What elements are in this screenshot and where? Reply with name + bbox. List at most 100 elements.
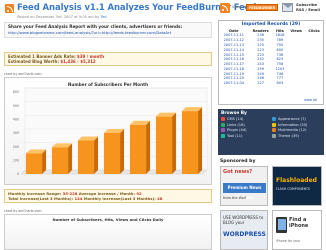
y-tick-label: 600 (13, 90, 19, 94)
bar (77, 140, 95, 174)
ad-title: Got news? (223, 169, 253, 175)
bar-side (198, 107, 203, 174)
browse-item-label: Tool (11) (227, 133, 243, 138)
bar (51, 147, 69, 174)
category-icon (272, 117, 276, 121)
table-cell (287, 81, 305, 86)
share-box: Share your Feed Analysis Report with you… (4, 22, 212, 38)
bar-side (172, 112, 177, 174)
y-tick-label: 300 (13, 131, 19, 135)
ad-subtitle: FLASH COMPONENTS (276, 187, 310, 191)
browse-item[interactable]: Links (18) (221, 122, 270, 127)
subscribers-chart-svg: Number of Subscribers Per Month 0 100 200 30… (13, 82, 208, 176)
post-meta: Posted on December 3rd, 2007 at 9:05 am … (17, 15, 107, 19)
imported-records-title: Imported Records (29) (241, 22, 301, 27)
browse-item[interactable]: Appearance (7) (272, 117, 321, 121)
table-row: 2007-11-04 227 603 (219, 81, 323, 86)
bar (129, 124, 147, 174)
ad-title: USE WORDPRESS to BLOG your (223, 215, 264, 225)
stats-box: Monthly Increase Range: 35-228 Average I… (4, 189, 212, 203)
ad-big-text: WORDPRESS (223, 231, 266, 238)
category-icon (272, 122, 276, 127)
bar-side (42, 149, 47, 174)
browse-item[interactable]: Theme (39) (272, 133, 321, 138)
ad-wordpress[interactable]: USE WORDPRESS to BLOG your WORDPRESS (220, 210, 268, 250)
chart2-caption[interactable]: chart by amCharts.com (4, 209, 42, 213)
email-icon[interactable] (282, 3, 293, 12)
subscribers-chart: Number of Subscribers Per Month 0 100 200 30… (4, 77, 212, 185)
estimates-box: Estimated 1 Banner Ads Rate: $39 / month… (4, 52, 212, 66)
browse-item[interactable]: Tool (11) (221, 133, 270, 138)
imported-records-table: Date Readers Hits Views Clicks 2007-11-1… (219, 28, 323, 86)
main-content: Feed Analysis v1.1 Analyzes Your FeedBur… (0, 0, 261, 250)
total-increase-value: 144 (74, 196, 83, 201)
subscribe-text[interactable]: Subscribe RSS / Email (296, 2, 320, 13)
daily-chart-title: Number of Subscribers, Hits, Views and C… (52, 217, 164, 222)
subscribe-bar: Subscribe FEEDBURNER Subscribe RSS / Ema… (216, 1, 326, 16)
bar (103, 133, 121, 174)
table-cell (305, 81, 323, 86)
post-author-link[interactable]: Ted (100, 15, 106, 19)
feedburner-badge[interactable]: FEEDBURNER (246, 4, 278, 11)
table-cell[interactable]: 2007-11-04 (219, 81, 249, 86)
bar (155, 116, 173, 174)
y-tick-label: 500 (13, 104, 19, 108)
browse-item-label: CMS (14) (227, 117, 244, 121)
ad-title: Find a iPhone (289, 217, 309, 229)
rss-icon (5, 4, 14, 13)
ad-iphone[interactable]: Find a iPhone iPhone for your (272, 210, 322, 250)
monthly-increase-label: Monthly Increase(Last 3 Months): (83, 196, 156, 201)
imported-records-box: Imported Records (29) Date Readers Hits … (218, 20, 324, 105)
browse-item-label: Information (20) (278, 122, 308, 127)
browse-item[interactable]: Multimedia (12) (272, 128, 321, 133)
y-tick-label: 200 (13, 145, 19, 149)
ad-premium-news[interactable]: Got news? Premium News Themes from the W… (220, 166, 268, 206)
ad-subtitle: from the Wolf (223, 196, 246, 200)
ad-button[interactable]: Premium News Themes (223, 183, 266, 200)
bar-side (68, 143, 73, 174)
browse-item-label: Plugin (44) (227, 128, 247, 133)
blog-worth-label: Estimated Blog Worth: (8, 59, 59, 64)
y-tick-label: 400 (13, 118, 19, 122)
bar (25, 153, 43, 174)
browse-item[interactable]: Information (20) (272, 122, 321, 127)
ad-subtitle: iPhone for your (276, 239, 301, 243)
blog-worth-line: Estimated Blog Worth: $1,436 - $5,312 (8, 59, 208, 64)
ad-flashloaded[interactable]: Flashloaded FLASH COMPONENTS (272, 166, 322, 206)
monthly-increase-value: 48 (157, 196, 163, 201)
category-icon (221, 122, 225, 127)
ad-title: Flashloaded (276, 177, 317, 184)
y-tick-label: 100 (13, 159, 19, 163)
browse-by-title: Browse By (221, 111, 247, 116)
share-text: Share your Feed Analysis Report with you… (8, 24, 183, 29)
rss-icon[interactable] (220, 3, 230, 13)
bar (181, 111, 199, 174)
subscribe-text-line2: RSS / Email (296, 6, 320, 12)
blog-worth-value: $1,436 - $5,312 (60, 59, 96, 64)
browse-item[interactable]: Plugin (44) (221, 128, 270, 133)
browse-item-label: Appearance (7) (278, 117, 306, 121)
browse-item[interactable]: CMS (14) (221, 117, 270, 121)
category-icon (221, 117, 225, 121)
imported-records-body: 2007-11-11 236 1818 2007-11-12 235 789 2007-11… (219, 33, 323, 86)
browse-item-label: Multimedia (12) (278, 128, 307, 133)
browse-item-label: Theme (39) (278, 133, 299, 138)
view-all-link[interactable]: view all (304, 98, 317, 102)
daily-chart: Number of Subscribers, Hits, Views and C… (4, 214, 212, 250)
table-cell: 603 (276, 81, 284, 86)
category-icon (221, 128, 225, 133)
y-tick-label: 0 (17, 172, 19, 176)
category-icon (272, 133, 276, 138)
total-increase-label: Total Increase(Last 3 Months): (8, 196, 74, 201)
chart-title: Number of Subscribers Per Month (68, 82, 148, 87)
chart1-caption[interactable]: chart by amCharts.com (4, 72, 42, 76)
bar-side (120, 129, 125, 174)
sponsored-title: Sponsored by (220, 159, 256, 164)
table-cell: 227 (257, 81, 264, 86)
browse-by-box: Browse By CMS (14) Appearance (7) Links (1… (218, 109, 324, 155)
sidebar: Subscribe FEEDBURNER Subscribe RSS / Ema… (216, 0, 326, 250)
browse-by-grid: CMS (14) Appearance (7) Links (18) Informat… (221, 117, 321, 138)
share-link[interactable]: http://www.blogsetname.com/feed-analysis… (8, 30, 208, 35)
bar-side (146, 120, 151, 174)
bar-side (94, 136, 99, 174)
